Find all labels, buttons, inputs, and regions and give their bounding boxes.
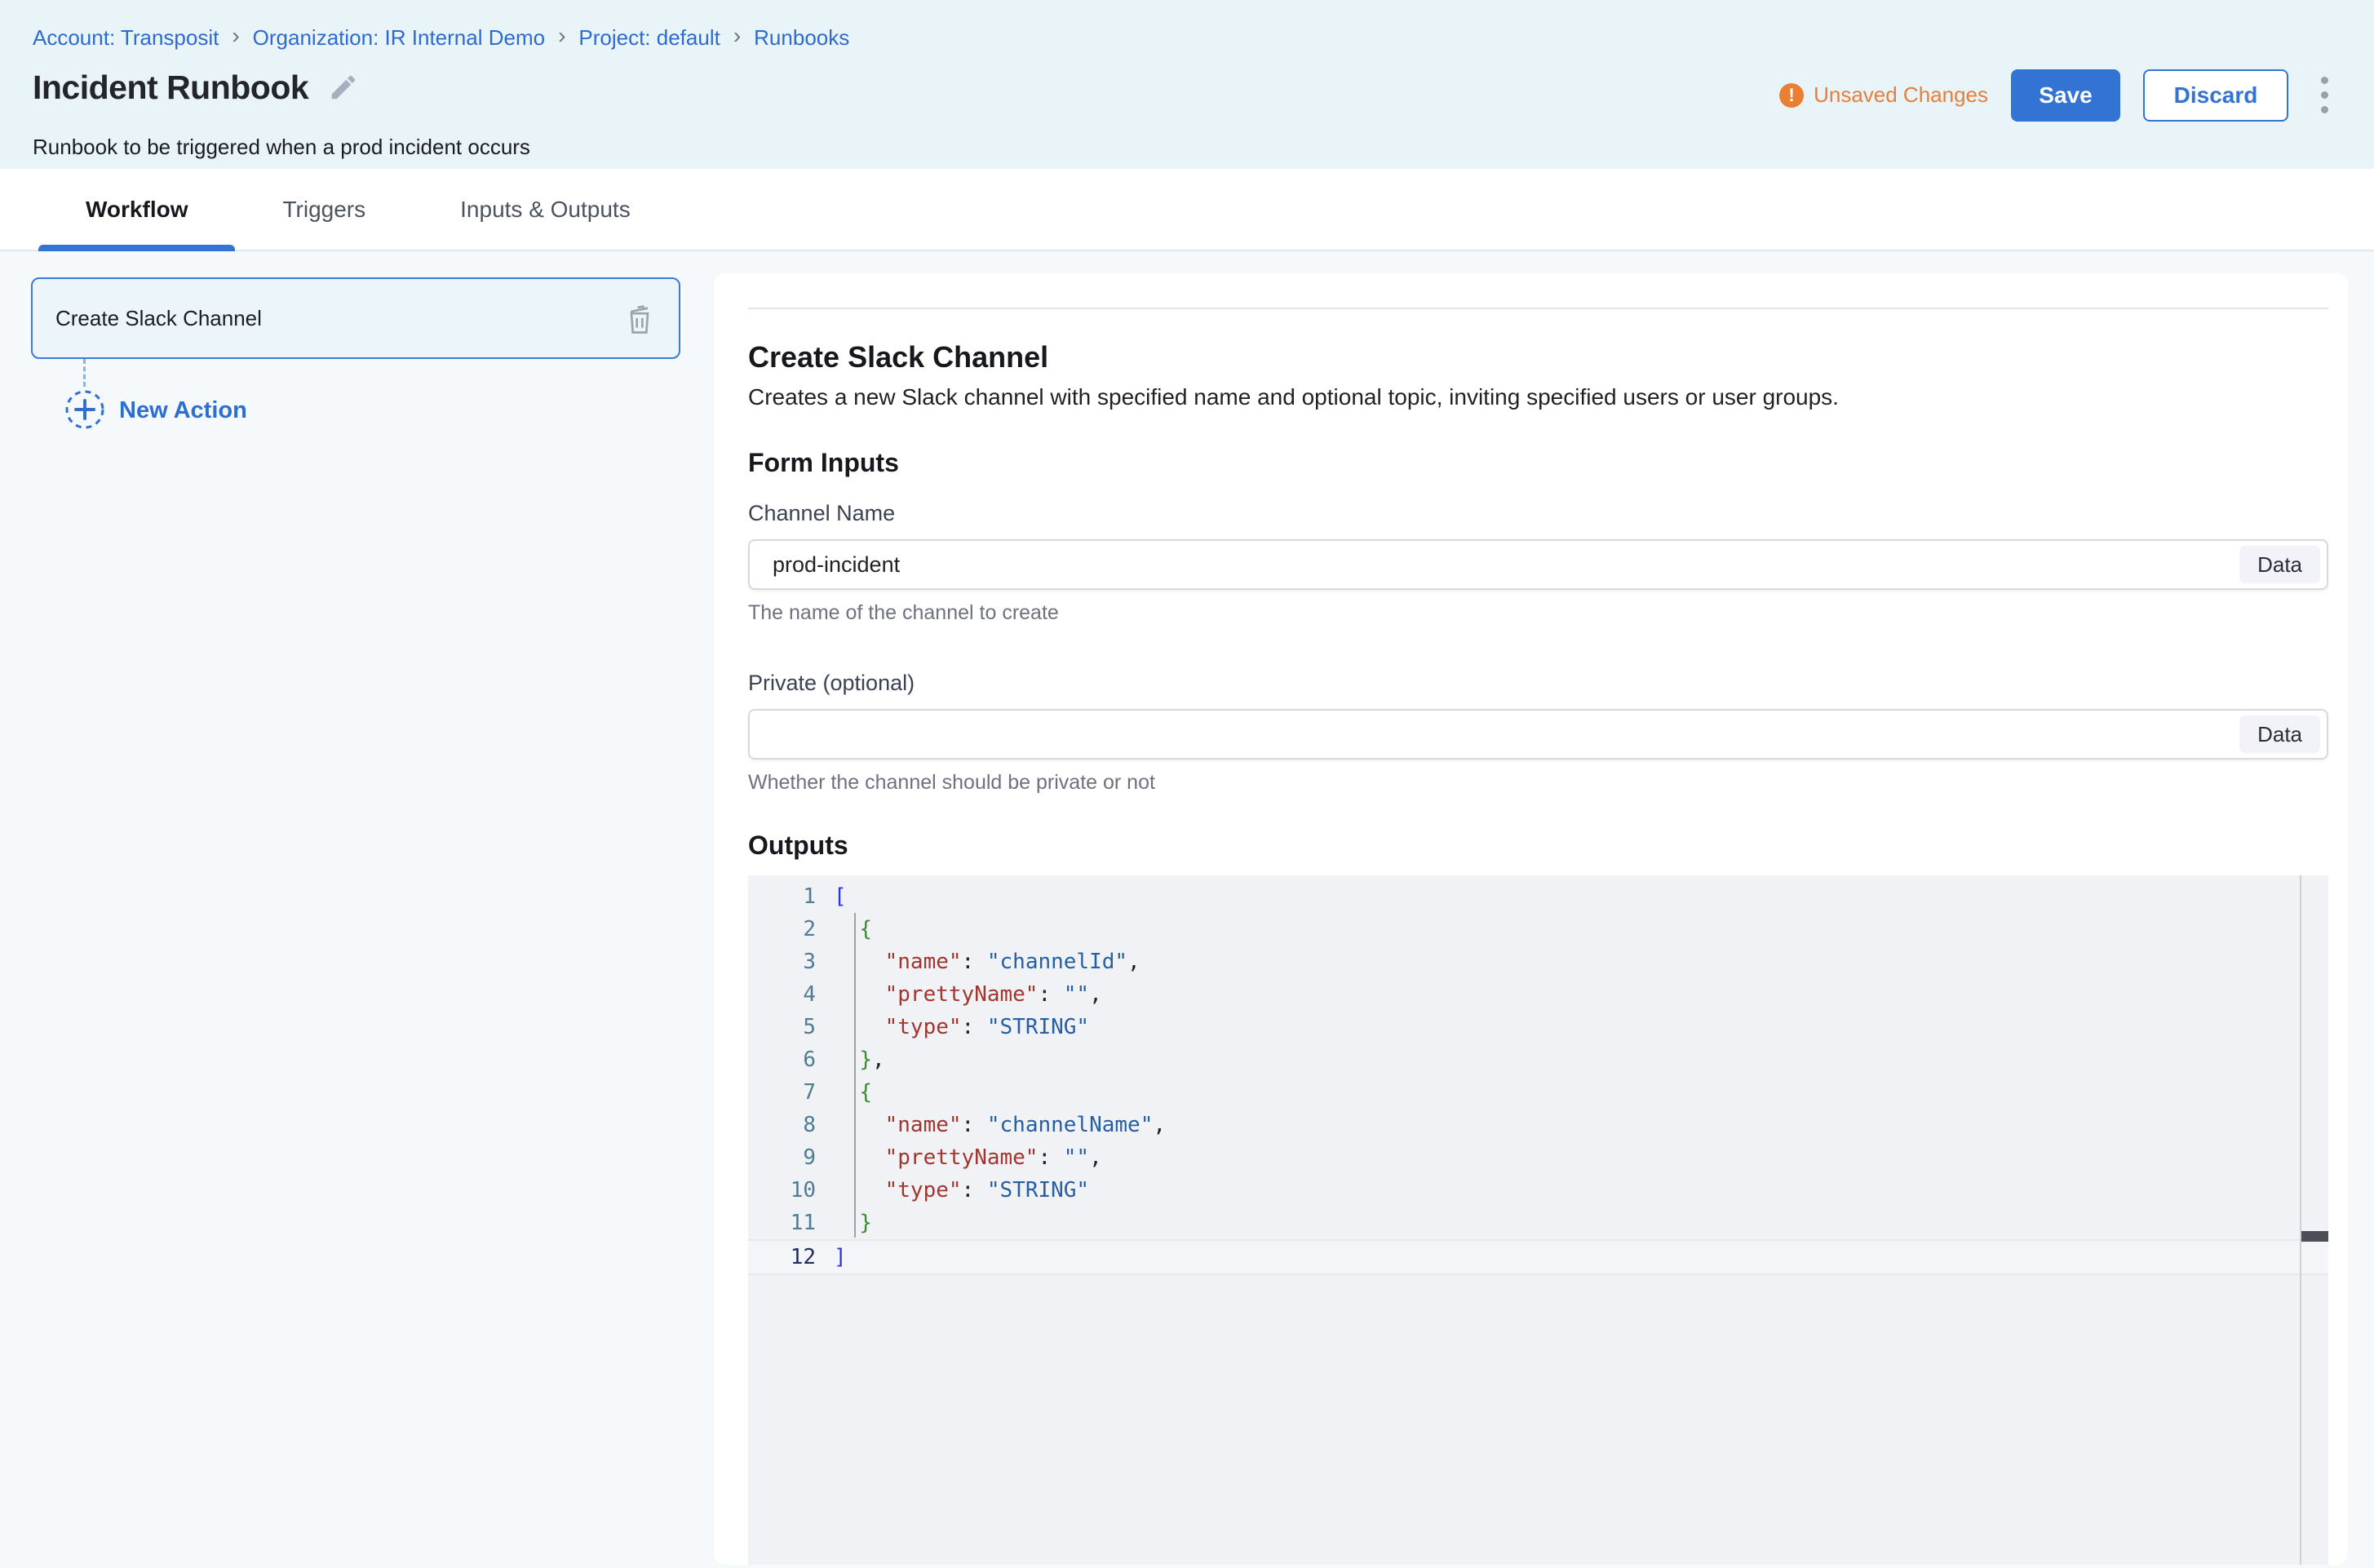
code-text: [	[834, 880, 847, 913]
code-line: 5 "type": "STRING"	[748, 1011, 2328, 1043]
action-card-label: Create Slack Channel	[55, 306, 262, 331]
code-text: "prettyName": "",	[834, 978, 1102, 1011]
discard-button[interactable]: Discard	[2143, 69, 2288, 122]
workflow-connector-line	[83, 359, 86, 387]
code-line: 2 {	[748, 913, 2328, 946]
breadcrumb-item[interactable]: Account: Transposit	[33, 25, 219, 51]
line-number: 2	[748, 913, 834, 946]
outputs-heading: Outputs	[748, 831, 2328, 861]
line-number: 10	[748, 1174, 834, 1207]
new-action-label: New Action	[119, 397, 247, 424]
breadcrumb-separator-icon: ›	[733, 24, 741, 51]
action-detail-panel: Create Slack Channel Creates a new Slack…	[714, 273, 2348, 1565]
action-description: Creates a new Slack channel with specifi…	[748, 384, 2328, 410]
channel-name-helper: The name of the channel to create	[748, 601, 2328, 625]
breadcrumb-item[interactable]: Organization: IR Internal Demo	[253, 25, 545, 51]
tab-inputs-outputs[interactable]: Inputs & Outputs	[413, 169, 678, 250]
code-line: 12]	[748, 1239, 2328, 1275]
code-text: {	[834, 913, 872, 946]
tab-bar: WorkflowTriggersInputs & Outputs	[0, 169, 2374, 251]
line-number: 11	[748, 1207, 834, 1239]
tab-workflow[interactable]: Workflow	[38, 169, 235, 250]
line-number: 8	[748, 1109, 834, 1141]
pencil-icon[interactable]	[328, 72, 359, 107]
unsaved-changes-status: ! Unsaved Changes	[1779, 82, 1988, 108]
page-subtitle: Runbook to be triggered when a prod inci…	[33, 135, 2338, 160]
channel-name-field-group: Channel Name Data The name of the channe…	[748, 501, 2328, 625]
code-line: 9 "prettyName": "",	[748, 1141, 2328, 1174]
breadcrumb-item[interactable]: Runbooks	[754, 25, 849, 51]
channel-name-data-button[interactable]: Data	[2239, 546, 2320, 583]
page-title: Incident Runbook	[33, 69, 308, 107]
channel-name-input[interactable]	[750, 552, 2239, 578]
code-text: "type": "STRING"	[834, 1174, 1089, 1207]
channel-name-label: Channel Name	[748, 501, 2328, 526]
code-line: 3 "name": "channelId",	[748, 946, 2328, 978]
workflow-steps-panel: Create Slack Channel New Action	[0, 251, 714, 1568]
line-number: 3	[748, 946, 834, 978]
indent-guide-line	[854, 913, 856, 1238]
code-text: ]	[834, 1241, 847, 1273]
line-number: 9	[748, 1141, 834, 1174]
private-label: Private (optional)	[748, 671, 2328, 696]
private-field-group: Private (optional) Data Whether the chan…	[748, 671, 2328, 795]
breadcrumb-separator-icon: ›	[232, 24, 239, 51]
code-line: 4 "prettyName": "",	[748, 978, 2328, 1011]
save-button[interactable]: Save	[2011, 69, 2120, 122]
trash-icon[interactable]	[623, 300, 656, 336]
code-line: 11 }	[748, 1207, 2328, 1239]
private-input[interactable]	[750, 722, 2239, 747]
code-text: "prettyName": "",	[834, 1141, 1102, 1174]
kebab-menu-icon[interactable]	[2311, 69, 2338, 122]
form-inputs-heading: Form Inputs	[748, 448, 2328, 478]
page-header: Account: Transposit › Organization: IR Int…	[0, 0, 2374, 169]
code-text: }	[834, 1207, 872, 1239]
private-data-button[interactable]: Data	[2239, 715, 2320, 753]
code-text: {	[834, 1076, 872, 1109]
breadcrumb-separator-icon: ›	[558, 24, 565, 51]
line-number: 4	[748, 978, 834, 1011]
code-line: 1[	[748, 880, 2328, 913]
code-text: },	[834, 1043, 885, 1076]
outputs-code-editor[interactable]: 1[2 {3 "name": "channelId",4 "prettyName…	[748, 875, 2328, 1565]
code-area: 1[2 {3 "name": "channelId",4 "prettyName…	[748, 875, 2328, 1275]
code-line: 6 },	[748, 1043, 2328, 1076]
code-line: 7 {	[748, 1076, 2328, 1109]
new-action-button[interactable]: New Action	[64, 388, 247, 433]
editor-scrollbar-marker[interactable]	[2301, 1231, 2328, 1242]
code-text: "type": "STRING"	[834, 1011, 1089, 1043]
line-number: 5	[748, 1011, 834, 1043]
tab-triggers[interactable]: Triggers	[235, 169, 413, 250]
breadcrumb-item[interactable]: Project: default	[578, 25, 720, 51]
line-number: 6	[748, 1043, 834, 1076]
action-card-create-slack-channel[interactable]: Create Slack Channel	[31, 277, 680, 359]
line-number: 12	[748, 1241, 834, 1273]
code-text: "name": "channelId",	[834, 946, 1140, 978]
line-number: 1	[748, 880, 834, 913]
code-line: 8 "name": "channelName",	[748, 1109, 2328, 1141]
plus-circle-icon	[64, 388, 106, 433]
unsaved-changes-label: Unsaved Changes	[1814, 82, 1988, 108]
top-divider	[748, 308, 2328, 309]
breadcrumb: Account: Transposit › Organization: IR Int…	[33, 24, 2338, 51]
code-line: 10 "type": "STRING"	[748, 1174, 2328, 1207]
exclamation-circle-icon: !	[1779, 83, 1804, 108]
private-helper: Whether the channel should be private or…	[748, 771, 2328, 795]
editor-scrollbar-track	[2300, 875, 2301, 1565]
line-number: 7	[748, 1076, 834, 1109]
code-text: "name": "channelName",	[834, 1109, 1166, 1141]
action-heading: Create Slack Channel	[748, 340, 2328, 374]
